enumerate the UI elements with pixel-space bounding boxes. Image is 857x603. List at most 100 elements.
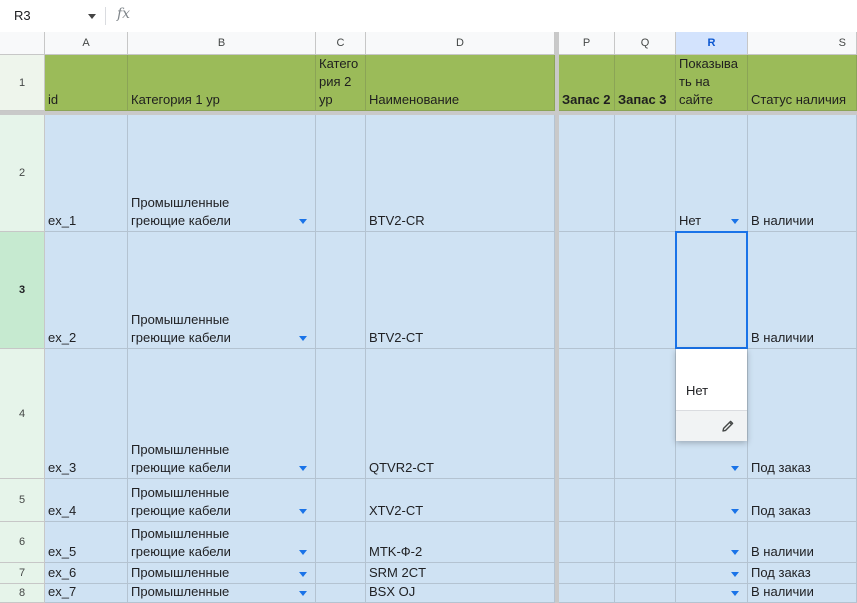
chevron-down-icon[interactable] bbox=[88, 14, 96, 19]
cell-stock2[interactable] bbox=[559, 522, 615, 563]
header-cell-category1[interactable]: Категория 1 ур bbox=[128, 55, 316, 111]
cell-name[interactable]: BTV2-CT bbox=[366, 232, 555, 349]
cell-id[interactable]: ex_4 bbox=[45, 479, 128, 522]
column-header-a[interactable]: A bbox=[45, 32, 128, 55]
cell-category2[interactable] bbox=[316, 232, 366, 349]
header-cell-availability[interactable]: Статус наличия bbox=[748, 55, 857, 111]
header-cell-stock3[interactable]: Запас 3 bbox=[615, 55, 676, 111]
cell-id[interactable]: ex_2 bbox=[45, 232, 128, 349]
cell-category2[interactable] bbox=[316, 584, 366, 603]
name-box[interactable]: R3 bbox=[8, 5, 100, 27]
row-header-6[interactable]: 6 bbox=[0, 522, 45, 563]
row-header-5[interactable]: 5 bbox=[0, 479, 45, 522]
cell-id[interactable]: ex_7 bbox=[45, 584, 128, 603]
cell-name[interactable]: BSX OJ bbox=[366, 584, 555, 603]
cell-id[interactable]: ex_1 bbox=[45, 115, 128, 232]
row-freeze-divider[interactable] bbox=[0, 111, 857, 115]
cell-stock2[interactable] bbox=[559, 584, 615, 603]
cell-category2[interactable] bbox=[316, 115, 366, 232]
dropdown-arrow-icon[interactable] bbox=[299, 550, 307, 555]
row-header-8[interactable]: 8 bbox=[0, 584, 45, 603]
cell-stock3[interactable] bbox=[615, 522, 676, 563]
column-header-d[interactable]: D bbox=[366, 32, 555, 55]
cell-stock3[interactable] bbox=[615, 584, 676, 603]
dropdown-arrow-icon[interactable] bbox=[731, 550, 739, 555]
column-freeze-divider[interactable] bbox=[555, 32, 559, 603]
cell-name[interactable]: BTV2-CR bbox=[366, 115, 555, 232]
cell-category1[interactable]: Промышленные греющие кабели bbox=[128, 479, 316, 522]
cell-show-on-site[interactable] bbox=[676, 522, 748, 563]
dropdown-arrow-icon[interactable] bbox=[731, 572, 739, 577]
cell-category1[interactable]: Промышленные греющие кабели bbox=[128, 522, 316, 563]
cell-show-on-site[interactable] bbox=[676, 479, 748, 522]
cell-category2[interactable] bbox=[316, 522, 366, 563]
cell-availability[interactable]: В наличии bbox=[748, 584, 857, 603]
cell-category2[interactable] bbox=[316, 479, 366, 522]
cell-id[interactable]: ex_5 bbox=[45, 522, 128, 563]
dropdown-arrow-icon[interactable] bbox=[299, 466, 307, 471]
cell-stock2[interactable] bbox=[559, 563, 615, 584]
cell-category2[interactable] bbox=[316, 563, 366, 584]
dropdown-arrow-icon[interactable] bbox=[299, 572, 307, 577]
pencil-icon[interactable] bbox=[721, 419, 735, 433]
cell-stock3[interactable] bbox=[615, 563, 676, 584]
cell-show-on-site[interactable] bbox=[676, 584, 748, 603]
cell-category1[interactable]: Промышленные bbox=[128, 584, 316, 603]
cell-availability[interactable]: Под заказ bbox=[748, 349, 857, 479]
dropdown-arrow-icon[interactable] bbox=[299, 509, 307, 514]
row-header-7[interactable]: 7 bbox=[0, 563, 45, 584]
header-cell-category2[interactable]: Катего рия 2 ур bbox=[316, 55, 366, 111]
cell-stock3[interactable] bbox=[615, 349, 676, 479]
column-header-c[interactable]: C bbox=[316, 32, 366, 55]
select-all-corner[interactable] bbox=[0, 32, 45, 55]
cell-availability[interactable]: Под заказ bbox=[748, 479, 857, 522]
header-cell-name[interactable]: Наименование bbox=[366, 55, 555, 111]
dropdown-arrow-icon[interactable] bbox=[731, 509, 739, 514]
cell-category1[interactable]: Промышленные bbox=[128, 563, 316, 584]
row-header-3[interactable]: 3 bbox=[0, 232, 45, 349]
column-header-b[interactable]: B bbox=[128, 32, 316, 55]
cell-stock2[interactable] bbox=[559, 232, 615, 349]
cell-id[interactable]: ex_3 bbox=[45, 349, 128, 479]
header-cell-id[interactable]: id bbox=[45, 55, 128, 111]
column-header-p[interactable]: P bbox=[559, 32, 615, 55]
cell-stock2[interactable] bbox=[559, 115, 615, 232]
column-header-r[interactable]: R bbox=[676, 32, 748, 55]
header-cell-show-on-site[interactable]: Показыва ть на сайте bbox=[676, 55, 748, 111]
column-header-s[interactable]: S bbox=[748, 32, 857, 55]
cell-name[interactable]: XTV2-CT bbox=[366, 479, 555, 522]
cell-availability[interactable]: В наличии bbox=[748, 115, 857, 232]
cell-stock2[interactable] bbox=[559, 349, 615, 479]
cell-category1[interactable]: Промышленные греющие кабели bbox=[128, 232, 316, 349]
dropdown-arrow-icon[interactable] bbox=[299, 336, 307, 341]
cell-availability[interactable]: В наличии bbox=[748, 522, 857, 563]
cell-stock3[interactable] bbox=[615, 232, 676, 349]
cell-availability[interactable]: В наличии bbox=[748, 232, 857, 349]
cell-name[interactable]: MTK-Ф-2 bbox=[366, 522, 555, 563]
cell-show-on-site[interactable] bbox=[676, 563, 748, 584]
cell-category1[interactable]: Промышленные греющие кабели bbox=[128, 349, 316, 479]
dropdown-arrow-icon[interactable] bbox=[731, 219, 739, 224]
cell-category1-value: Промышленные греющие кабели bbox=[131, 485, 231, 518]
cell-name[interactable]: SRM 2CT bbox=[366, 563, 555, 584]
cell-stock3[interactable] bbox=[615, 115, 676, 232]
cell-stock3[interactable] bbox=[615, 479, 676, 522]
dropdown-option[interactable]: Нет bbox=[686, 383, 708, 398]
cell-show-on-site[interactable]: Нет bbox=[676, 115, 748, 232]
dropdown-arrow-icon[interactable] bbox=[299, 219, 307, 224]
cell-id[interactable]: ex_6 bbox=[45, 563, 128, 584]
row-header-1[interactable]: 1 bbox=[0, 55, 45, 111]
cell-name[interactable]: QTVR2-CT bbox=[366, 349, 555, 479]
dropdown-arrow-icon[interactable] bbox=[731, 466, 739, 471]
cell-category1[interactable]: Промышленные греющие кабели bbox=[128, 115, 316, 232]
column-header-q[interactable]: Q bbox=[615, 32, 676, 55]
formula-input[interactable] bbox=[140, 4, 847, 28]
cell-category2[interactable] bbox=[316, 349, 366, 479]
dropdown-arrow-icon[interactable] bbox=[731, 591, 739, 596]
header-cell-stock2[interactable]: Запас 2 bbox=[559, 55, 615, 111]
cell-stock2[interactable] bbox=[559, 479, 615, 522]
dropdown-arrow-icon[interactable] bbox=[299, 591, 307, 596]
row-header-2[interactable]: 2 bbox=[0, 115, 45, 232]
cell-availability[interactable]: Под заказ bbox=[748, 563, 857, 584]
row-header-4[interactable]: 4 bbox=[0, 349, 45, 479]
